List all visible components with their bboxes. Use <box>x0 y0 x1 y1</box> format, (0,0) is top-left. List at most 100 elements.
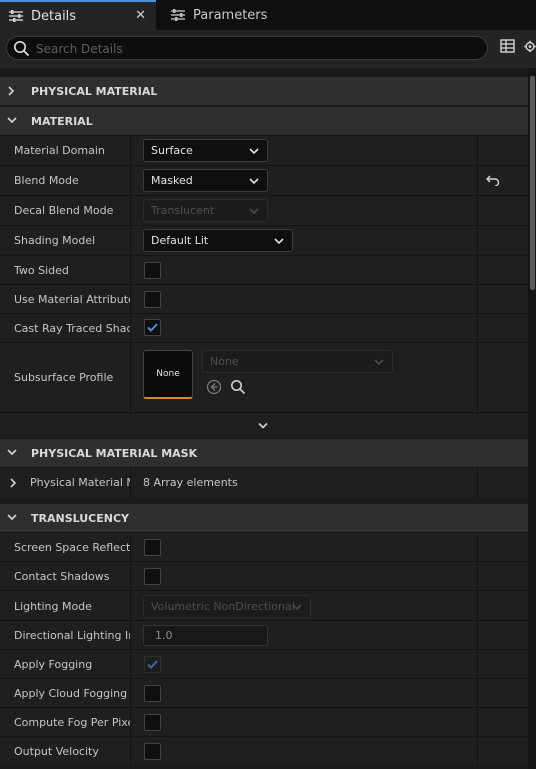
field-value: 1.0 <box>155 629 173 642</box>
combo-value: None <box>210 355 239 368</box>
section-physical-material[interactable]: PHYSICAL MATERIAL <box>0 76 528 105</box>
property-row-material-domain: Material Domain Surface <box>0 135 528 165</box>
property-row-apply-fogging: Apply Fogging <box>0 649 528 678</box>
property-label: Screen Space Reflections <box>14 541 130 554</box>
two-sided-checkbox[interactable] <box>144 262 161 279</box>
property-row-decal-blend-mode: Decal Blend Mode Translucent <box>0 195 528 225</box>
chevron-right-icon <box>8 86 15 96</box>
property-row-apply-cloud-fogging: Apply Cloud Fogging <box>0 678 528 707</box>
details-sliders-icon <box>9 10 23 22</box>
search-input[interactable] <box>36 40 476 57</box>
section-material[interactable]: MATERIAL <box>0 106 528 135</box>
property-label: Contact Shadows <box>14 570 110 583</box>
checkmark-icon <box>147 660 158 669</box>
tab-parameters-label: Parameters <box>193 7 268 23</box>
property-row-contact-shadows: Contact Shadows <box>0 561 528 590</box>
property-label: Lighting Mode <box>14 600 92 613</box>
chevron-down-icon <box>249 208 259 215</box>
property-label: Shading Model <box>14 234 96 247</box>
cast-ray-traced-shadows-checkbox[interactable] <box>144 319 161 336</box>
property-row-lighting-mode: Lighting Mode Volumetric NonDirectional <box>0 590 528 620</box>
property-label: Apply Fogging <box>14 658 93 671</box>
chevron-down-icon <box>7 514 17 521</box>
property-label: Physical Material Mask <box>30 476 130 489</box>
property-label: Blend Mode <box>14 174 79 187</box>
property-row-output-velocity: Output Velocity <box>0 736 528 765</box>
chevron-down-icon <box>249 148 259 155</box>
asset-thumbnail[interactable]: None <box>143 350 193 399</box>
property-row-two-sided: Two Sided <box>0 255 528 284</box>
chevron-down-icon[interactable] <box>257 422 269 430</box>
property-label: Subsurface Profile <box>14 371 114 384</box>
property-row-use-material-attributes: Use Material Attributes <box>0 284 528 313</box>
directional-lighting-intensity-field[interactable]: 1.0 <box>143 625 268 646</box>
parameters-sliders-icon <box>171 9 185 21</box>
property-row-subsurface-profile: Subsurface Profile None None <box>0 342 528 412</box>
reset-to-default-icon[interactable] <box>486 174 500 186</box>
search-icon <box>13 40 30 57</box>
property-label: Two Sided <box>14 264 69 277</box>
array-count: 8 Array elements <box>143 476 238 489</box>
advanced-expander[interactable] <box>0 412 528 438</box>
gear-icon[interactable] <box>524 38 536 55</box>
property-label: Output Velocity <box>14 745 99 758</box>
thumbnail-label: None <box>156 369 180 379</box>
property-label: Cast Ray Traced Shadows <box>14 322 130 335</box>
use-material-attributes-checkbox[interactable] <box>144 291 161 308</box>
property-row-blend-mode: Blend Mode Masked <box>0 165 528 195</box>
close-icon[interactable]: ✕ <box>135 8 146 23</box>
property-label: Compute Fog Per Pixel <box>14 716 130 729</box>
chevron-down-icon <box>274 238 284 245</box>
property-row-cast-ray-traced-shadows: Cast Ray Traced Shadows <box>0 313 528 342</box>
chevron-right-icon[interactable] <box>9 478 17 488</box>
chevron-down-icon <box>249 178 259 185</box>
output-velocity-checkbox[interactable] <box>144 743 161 760</box>
section-title: MATERIAL <box>31 115 93 128</box>
use-selected-asset-icon[interactable] <box>206 379 222 395</box>
property-label: Decal Blend Mode <box>14 204 114 217</box>
section-title: TRANSLUCENCY <box>31 512 129 525</box>
section-title: PHYSICAL MATERIAL MASK <box>31 447 198 460</box>
property-label: Apply Cloud Fogging <box>14 687 128 700</box>
property-label: Use Material Attributes <box>14 293 130 306</box>
tab-details[interactable]: Details ✕ <box>0 0 156 30</box>
combo-value: Surface <box>151 144 193 157</box>
table-view-icon[interactable] <box>500 39 515 53</box>
subsurface-profile-combo: None <box>202 350 393 373</box>
apply-fogging-checkbox <box>144 656 161 673</box>
lighting-mode-combo: Volumetric NonDirectional <box>143 595 311 618</box>
checkmark-icon <box>147 323 158 332</box>
contact-shadows-checkbox[interactable] <box>144 568 161 585</box>
chevron-down-icon <box>292 604 302 611</box>
property-row-screen-space-reflections: Screen Space Reflections <box>0 532 528 561</box>
tab-bar: Details ✕ Parameters <box>0 0 536 30</box>
combo-value: Masked <box>151 174 193 187</box>
search-row <box>0 30 536 68</box>
chevron-down-icon <box>7 449 17 456</box>
apply-cloud-fogging-checkbox[interactable] <box>144 685 161 702</box>
browse-asset-icon[interactable] <box>230 379 246 395</box>
blend-mode-combo[interactable]: Masked <box>143 169 268 192</box>
vertical-scrollbar[interactable] <box>530 76 535 290</box>
property-row-compute-fog-per-pixel: Compute Fog Per Pixel <box>0 707 528 736</box>
shading-model-combo[interactable]: Default Lit <box>143 229 293 252</box>
combo-value: Volumetric NonDirectional <box>151 600 295 613</box>
screen-space-reflections-checkbox[interactable] <box>144 539 161 556</box>
search-box[interactable] <box>6 36 488 60</box>
property-label: Material Domain <box>14 144 105 157</box>
decal-blend-mode-combo: Translucent <box>143 199 268 222</box>
section-translucency[interactable]: TRANSLUCENCY <box>0 503 528 532</box>
property-label: Directional Lighting Intensity <box>14 629 130 642</box>
property-row-physical-material-mask[interactable]: Physical Material Mask 8 Array elements <box>0 467 528 497</box>
combo-value: Translucent <box>151 204 215 217</box>
property-row-shading-model: Shading Model Default Lit <box>0 225 528 255</box>
combo-value: Default Lit <box>151 234 209 247</box>
chevron-down-icon <box>374 359 384 366</box>
property-row-directional-lighting-intensity: Directional Lighting Intensity 1.0 <box>0 620 528 649</box>
section-physical-material-mask[interactable]: PHYSICAL MATERIAL MASK <box>0 438 528 467</box>
compute-fog-per-pixel-checkbox[interactable] <box>144 714 161 731</box>
tab-parameters[interactable]: Parameters <box>162 0 282 30</box>
tab-details-label: Details <box>31 8 77 24</box>
material-domain-combo[interactable]: Surface <box>143 139 268 162</box>
section-title: PHYSICAL MATERIAL <box>31 85 158 98</box>
